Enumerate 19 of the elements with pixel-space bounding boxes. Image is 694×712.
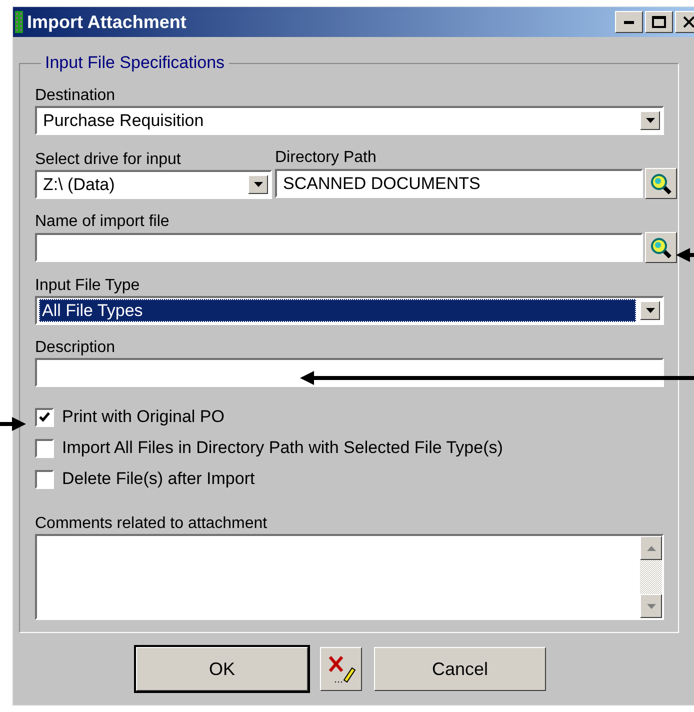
field-label: Destination bbox=[35, 87, 116, 106]
destination-dropdown[interactable]: Purchase Requisition bbox=[35, 106, 664, 135]
window-title: Import Attachment bbox=[27, 12, 188, 32]
field-label: Name of import file bbox=[35, 213, 170, 232]
directory-field[interactable]: SCANNED DOCUMENTS bbox=[275, 169, 643, 198]
selected-option: All File Types bbox=[39, 299, 636, 322]
checkbox-label: Print with Original PO bbox=[62, 407, 224, 427]
field-label: Description bbox=[35, 339, 116, 358]
field-label: Input File Type bbox=[35, 277, 141, 296]
checkbox-label: Import All Files in Directory Path with Selected File Type(s) bbox=[62, 438, 503, 458]
checkbox-label: Delete File(s) after Import bbox=[62, 469, 255, 489]
field-label: Comments related to attachment bbox=[35, 515, 268, 534]
drive-dropdown[interactable]: Z:\ (Data) bbox=[35, 170, 272, 199]
field-label: Select drive for input bbox=[35, 151, 182, 170]
file-type-dropdown[interactable]: All File Types bbox=[35, 296, 664, 325]
ok-button[interactable]: OK bbox=[136, 647, 308, 691]
field-label: Directory Path bbox=[275, 149, 378, 168]
group-title: Input File Specifications bbox=[44, 53, 226, 73]
cancel-button[interactable]: Cancel bbox=[374, 647, 546, 691]
